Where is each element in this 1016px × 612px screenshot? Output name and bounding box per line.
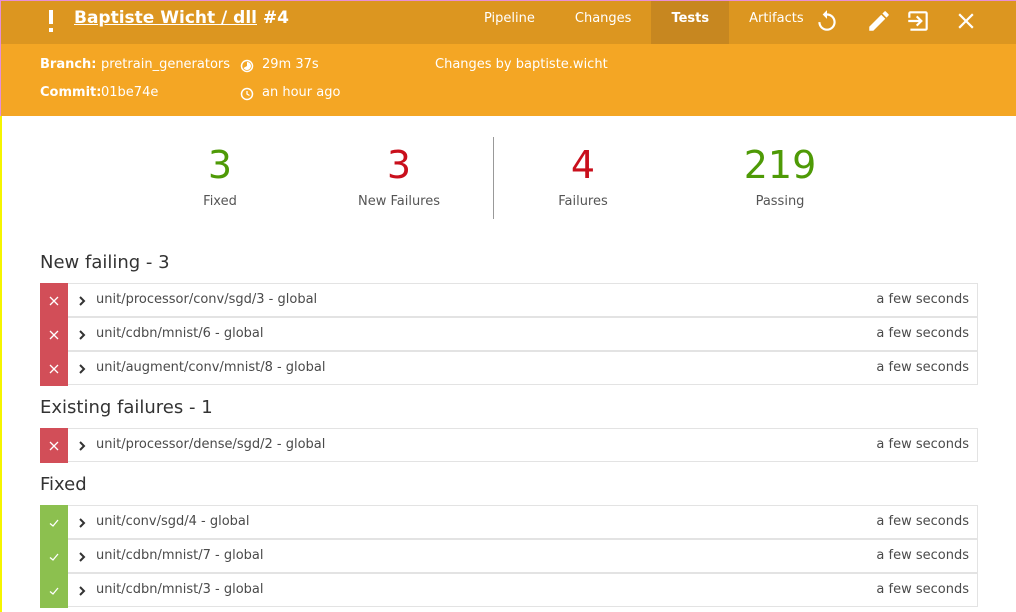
replay-icon xyxy=(818,10,836,31)
chevron-right-icon[interactable] xyxy=(76,439,88,453)
test-name: unit/augment/conv/mnist/8 - global xyxy=(96,360,326,375)
edit-button[interactable] xyxy=(866,8,892,34)
passing-label: Passing xyxy=(755,194,805,209)
check-icon xyxy=(49,519,59,527)
branch-label: Branch: xyxy=(40,57,97,72)
test-duration: a few seconds xyxy=(876,437,969,452)
fail-badge xyxy=(40,283,68,318)
fail-badge xyxy=(40,351,68,386)
run-tabs: Pipeline Changes Tests Artifacts xyxy=(464,0,824,44)
close-button[interactable] xyxy=(953,8,979,34)
test-duration: a few seconds xyxy=(876,360,969,375)
window-border-left xyxy=(0,0,1,116)
top-bar: Baptiste Wicht / dll #4 Pipeline Changes… xyxy=(0,0,1016,44)
branch-value: pretrain_generators xyxy=(101,57,231,72)
commit-label: Commit: xyxy=(40,85,102,100)
edit-icon xyxy=(869,11,889,31)
replay-button[interactable] xyxy=(814,8,840,34)
chevron-right-icon[interactable] xyxy=(76,584,88,598)
test-row[interactable]: unit/conv/sgd/4 - global a few seconds xyxy=(40,505,978,540)
fixed-count: 3 xyxy=(207,143,233,187)
unstable-status-icon xyxy=(44,8,58,34)
chevron-right-icon[interactable] xyxy=(76,550,88,564)
test-row[interactable]: unit/processor/dense/sgd/2 - global a fe… xyxy=(40,428,978,463)
test-row[interactable]: unit/cdbn/mnist/7 - global a few seconds xyxy=(40,539,978,574)
pass-badge xyxy=(40,539,68,574)
tab-artifacts[interactable]: Artifacts xyxy=(729,0,824,44)
tab-changes[interactable]: Changes xyxy=(555,0,652,44)
chevron-right-icon[interactable] xyxy=(76,362,88,376)
duration-value: 29m 37s xyxy=(262,57,319,72)
test-row[interactable]: unit/processor/conv/sgd/3 - global a few… xyxy=(40,283,978,318)
test-duration: a few seconds xyxy=(876,582,969,597)
fail-x-icon xyxy=(49,364,59,373)
window-border-top xyxy=(0,0,1016,1)
test-name: unit/cdbn/mnist/3 - global xyxy=(96,582,264,597)
section-existing-failures-title: Existing failures - 1 xyxy=(40,397,213,418)
test-row[interactable]: unit/cdbn/mnist/6 - global a few seconds xyxy=(40,317,978,352)
pass-badge xyxy=(40,505,68,540)
duration-icon xyxy=(240,59,254,73)
section-new-failing-title: New failing - 3 xyxy=(40,252,170,273)
fail-x-icon xyxy=(49,330,59,339)
new-failures-label: New Failures xyxy=(357,194,441,209)
fail-badge xyxy=(40,317,68,352)
run-number: #4 xyxy=(262,8,289,28)
test-row[interactable]: unit/cdbn/mnist/3 - global a few seconds xyxy=(40,573,978,608)
failures-stat: 4 Failures xyxy=(503,136,663,209)
started-value: an hour ago xyxy=(262,85,341,100)
test-summary: 3 Fixed 3 New Failures 4 Failures 219 Pa… xyxy=(0,136,1016,220)
fail-badge xyxy=(40,428,68,463)
test-duration: a few seconds xyxy=(876,292,969,307)
changes-by: Changes by baptiste.wicht xyxy=(435,57,608,72)
run-details: Branch: pretrain_generators Commit: 01be… xyxy=(0,44,1016,116)
test-duration: a few seconds xyxy=(876,548,969,563)
pipeline-link[interactable]: Baptiste Wicht / dll xyxy=(74,8,257,28)
failures-label: Failures xyxy=(558,194,608,209)
window-border-left-lower xyxy=(0,116,2,612)
clock-icon xyxy=(240,87,254,101)
passing-stat: 219 Passing xyxy=(700,136,860,209)
pass-badge xyxy=(40,573,68,608)
chevron-right-icon[interactable] xyxy=(76,516,88,530)
test-row[interactable]: unit/augment/conv/mnist/8 - global a few… xyxy=(40,351,978,386)
new-failures-stat: 3 New Failures xyxy=(319,136,479,209)
close-icon xyxy=(958,13,974,29)
check-icon xyxy=(49,553,59,561)
fixed-stat: 3 Fixed xyxy=(140,136,300,209)
test-name: unit/cdbn/mnist/6 - global xyxy=(96,326,264,341)
commit-value[interactable]: 01be74e xyxy=(101,85,158,100)
run-title: Baptiste Wicht / dll #4 xyxy=(74,8,289,28)
test-name: unit/cdbn/mnist/7 - global xyxy=(96,548,264,563)
fail-x-icon xyxy=(49,296,59,305)
exit-icon xyxy=(908,11,928,31)
fail-x-icon xyxy=(49,441,59,450)
new-failures-count: 3 xyxy=(386,143,412,187)
test-duration: a few seconds xyxy=(876,514,969,529)
summary-divider xyxy=(493,137,494,219)
passing-count: 219 xyxy=(743,143,817,187)
test-name: unit/processor/conv/sgd/3 - global xyxy=(96,292,318,307)
chevron-right-icon[interactable] xyxy=(76,294,88,308)
chevron-right-icon[interactable] xyxy=(76,328,88,342)
test-name: unit/processor/dense/sgd/2 - global xyxy=(96,437,326,452)
test-duration: a few seconds xyxy=(876,326,969,341)
tab-pipeline[interactable]: Pipeline xyxy=(464,0,555,44)
failures-count: 4 xyxy=(570,143,596,187)
tab-tests[interactable]: Tests xyxy=(651,0,730,44)
fixed-label: Fixed xyxy=(203,194,237,209)
test-name: unit/conv/sgd/4 - global xyxy=(96,514,250,529)
exit-button[interactable] xyxy=(905,8,931,34)
check-icon xyxy=(49,587,59,595)
section-fixed-title: Fixed xyxy=(40,474,87,495)
